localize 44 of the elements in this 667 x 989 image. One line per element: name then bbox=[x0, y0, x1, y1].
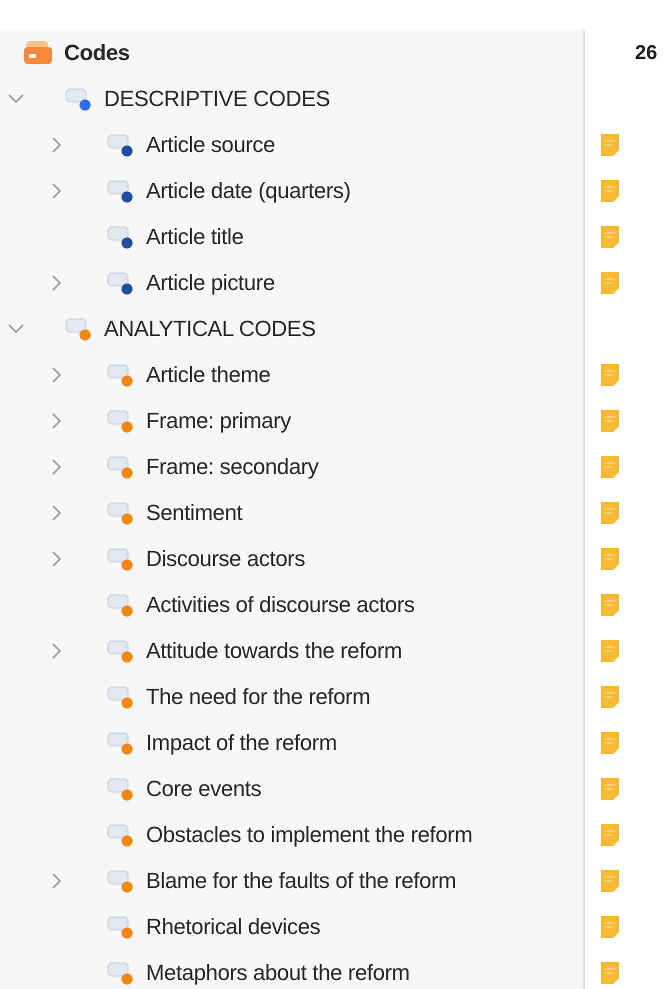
chevron-right-icon[interactable] bbox=[52, 367, 62, 383]
chevron-right-icon[interactable] bbox=[52, 183, 62, 199]
chevron-down-icon[interactable] bbox=[8, 94, 24, 104]
memo-icon[interactable] bbox=[599, 454, 621, 480]
code-label[interactable]: Impact of the reform bbox=[146, 730, 337, 756]
code-label[interactable]: Article date (quarters) bbox=[146, 178, 351, 204]
chevron-right-icon[interactable] bbox=[52, 551, 62, 567]
chevron-down-icon[interactable] bbox=[8, 324, 24, 334]
memo-icon[interactable] bbox=[599, 132, 621, 158]
code-label[interactable]: Discourse actors bbox=[146, 546, 306, 572]
chevron-right-icon[interactable] bbox=[52, 137, 62, 153]
code-label[interactable]: Rhetorical devices bbox=[146, 914, 320, 940]
chevron-right-icon[interactable] bbox=[52, 873, 62, 889]
code-label[interactable]: Sentiment bbox=[146, 500, 242, 526]
memo-icon[interactable] bbox=[599, 868, 621, 894]
chevron-right-icon[interactable] bbox=[52, 505, 62, 521]
memo-icon[interactable] bbox=[599, 960, 621, 986]
memo-icon[interactable] bbox=[599, 270, 621, 296]
memo-icon[interactable] bbox=[599, 178, 621, 204]
memo-icon[interactable] bbox=[599, 638, 621, 664]
memo-icon[interactable] bbox=[599, 224, 621, 250]
memo-icon[interactable] bbox=[599, 730, 621, 756]
memo-icon[interactable] bbox=[599, 408, 621, 434]
count-text: 26 bbox=[635, 42, 658, 64]
code-label[interactable]: Frame: secondary bbox=[146, 454, 318, 480]
chevron-right-icon[interactable] bbox=[52, 275, 62, 291]
code-system-title: Codes bbox=[64, 40, 130, 66]
chevron-right-icon[interactable] bbox=[52, 413, 62, 429]
code-label[interactable]: Article picture bbox=[146, 270, 275, 296]
memo-icon[interactable] bbox=[599, 684, 621, 710]
chevron-right-icon[interactable] bbox=[52, 643, 62, 659]
memo-icon[interactable] bbox=[599, 822, 621, 848]
memo-icon[interactable] bbox=[599, 500, 621, 526]
code-label[interactable]: Frame: primary bbox=[146, 408, 291, 434]
memo-icon[interactable] bbox=[599, 546, 621, 572]
code-label[interactable]: Article title bbox=[146, 224, 244, 250]
code-label[interactable]: Core events bbox=[146, 776, 262, 802]
code-label[interactable]: Article source bbox=[146, 132, 276, 158]
memo-icon[interactable] bbox=[599, 362, 621, 388]
memo-icon[interactable] bbox=[599, 592, 621, 618]
chevron-right-icon[interactable] bbox=[52, 459, 62, 475]
code-label[interactable]: Article theme bbox=[146, 362, 270, 388]
memo-icon[interactable] bbox=[599, 776, 621, 802]
memo-icon[interactable] bbox=[599, 914, 621, 940]
